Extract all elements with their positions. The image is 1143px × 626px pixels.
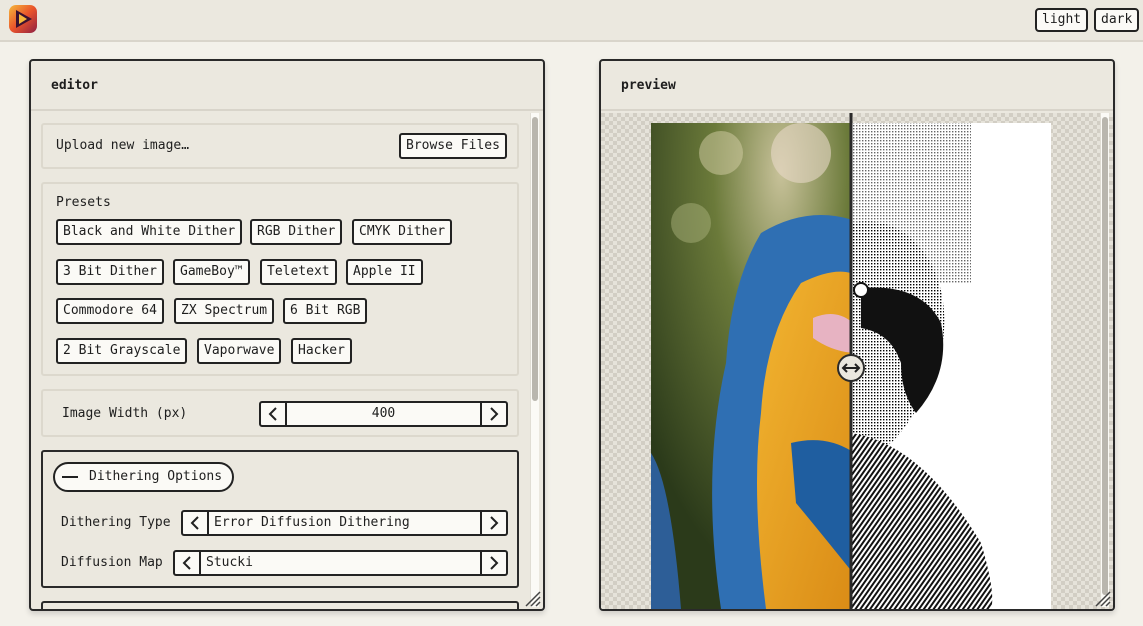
top-bar: light dark: [0, 0, 1143, 42]
upload-label: Upload new image…: [56, 138, 190, 153]
dithering-options-card: Dithering Options Dithering Type Error D…: [41, 450, 519, 588]
next-section-card: [41, 601, 519, 609]
diffusion-map-label: Diffusion Map: [61, 555, 163, 570]
preset-hacker-button[interactable]: Hacker: [291, 338, 352, 364]
play-triangle-logo-icon[interactable]: [8, 4, 38, 34]
preset-vaporwave-button[interactable]: Vaporwave: [197, 338, 282, 364]
editor-scrollbar-thumb[interactable]: [532, 117, 538, 401]
editor-scrollbar[interactable]: [530, 113, 539, 607]
preview-scrollbar-thumb[interactable]: [1102, 117, 1108, 595]
preset-apple-ii-button[interactable]: Apple II: [346, 259, 423, 285]
dithering-options-label: Dithering Options: [89, 469, 223, 484]
theme-light-button[interactable]: light: [1035, 8, 1089, 32]
image-width-stepper[interactable]: 400: [259, 401, 508, 427]
chevron-right-icon: [490, 407, 499, 421]
preset-cmyk-dither-button[interactable]: CMYK Dither: [352, 219, 453, 245]
browse-files-button[interactable]: Browse Files: [399, 133, 507, 159]
upload-card: Upload new image… Browse Files: [41, 123, 519, 169]
diffusion-map-value[interactable]: Stucki: [201, 552, 480, 574]
preset-teletext-button[interactable]: Teletext: [260, 259, 337, 285]
chevron-left-icon: [190, 516, 199, 530]
image-width-label: Image Width (px): [62, 406, 188, 421]
preset-gameboy-button[interactable]: GameBoy™: [173, 259, 250, 285]
dithering-type-label: Dithering Type: [61, 515, 171, 530]
dithered-image-half: [851, 123, 1051, 609]
preset-zx-spectrum-button[interactable]: ZX Spectrum: [174, 298, 275, 324]
resize-handle-icon[interactable]: [523, 589, 541, 607]
preset-2-bit-grayscale-button[interactable]: 2 Bit Grayscale: [56, 338, 188, 364]
preset-commodore-64-button[interactable]: Commodore 64: [56, 298, 164, 324]
original-image-half: [651, 123, 851, 609]
chevron-right-icon: [490, 556, 499, 570]
chevron-right-icon: [490, 516, 499, 530]
diffusion-map-select[interactable]: Stucki: [173, 550, 508, 576]
preset-3-bit-dither-button[interactable]: 3 Bit Dither: [56, 259, 164, 285]
diffusion-map-prev-button[interactable]: [175, 552, 201, 574]
editor-panel: editor Upload new image… Browse Files Pr…: [29, 59, 545, 611]
image-width-increment-button[interactable]: [480, 403, 506, 425]
preset-black-white-dither-button[interactable]: Black and White Dither: [56, 219, 243, 245]
minus-icon: [62, 476, 78, 478]
preset-rgb-dither-button[interactable]: RGB Dither: [250, 219, 343, 245]
diffusion-map-next-button[interactable]: [480, 552, 506, 574]
dithering-type-value[interactable]: Error Diffusion Dithering: [209, 512, 480, 534]
resize-handle-icon[interactable]: [1093, 589, 1111, 607]
preview-panel: preview: [599, 59, 1115, 611]
image-width-decrement-button[interactable]: [261, 403, 287, 425]
image-width-card: Image Width (px) 400: [41, 389, 519, 437]
preview-canvas[interactable]: [601, 113, 1113, 609]
image-width-value[interactable]: 400: [287, 403, 480, 425]
chevron-left-icon: [182, 556, 191, 570]
chevron-left-icon: [268, 407, 277, 421]
theme-dark-button[interactable]: dark: [1094, 8, 1140, 32]
preset-6-bit-rgb-button[interactable]: 6 Bit RGB: [283, 298, 368, 324]
dithering-type-next-button[interactable]: [480, 512, 506, 534]
presets-title: Presets: [56, 195, 111, 210]
dithering-type-prev-button[interactable]: [183, 512, 209, 534]
presets-card: Presets Black and White Dither RGB Dithe…: [41, 182, 519, 376]
dithering-type-select[interactable]: Error Diffusion Dithering: [181, 510, 508, 536]
dithering-options-toggle[interactable]: Dithering Options: [53, 462, 234, 492]
editor-title: editor: [31, 61, 543, 111]
preview-scrollbar[interactable]: [1100, 113, 1109, 607]
preview-title: preview: [601, 61, 1113, 111]
compare-handle[interactable]: [837, 354, 865, 382]
